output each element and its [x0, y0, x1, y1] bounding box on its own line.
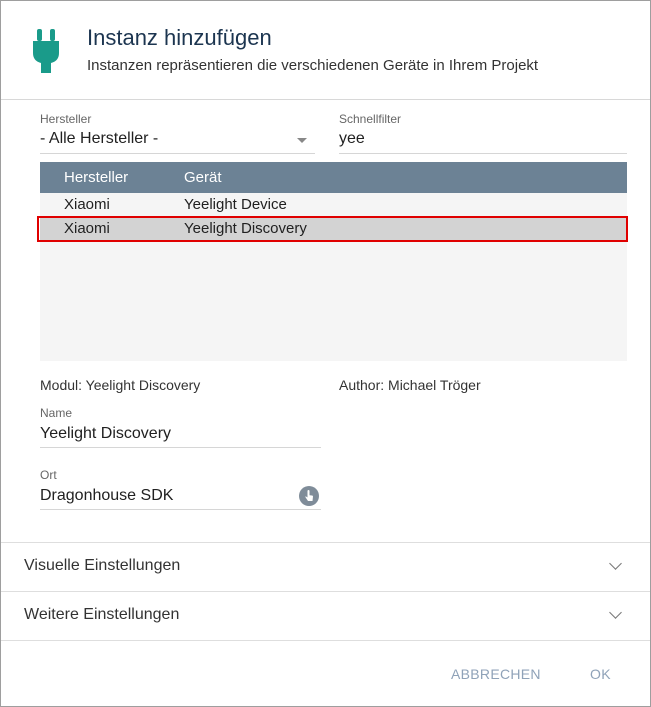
- column-header-manufacturer[interactable]: Hersteller: [64, 169, 128, 186]
- dialog-footer: ABBRECHEN OK: [1, 640, 650, 707]
- table-row[interactable]: Xiaomi Yeelight Device: [40, 193, 627, 217]
- module-info: Modul: Yeelight Discovery: [40, 377, 201, 393]
- location-picker-icon[interactable]: [299, 486, 319, 506]
- manufacturer-select-value: - Alle Hersteller -: [40, 130, 159, 147]
- further-settings-section[interactable]: Weitere Einstellungen: [1, 591, 650, 640]
- chevron-down-icon: [609, 557, 622, 570]
- quickfilter-underline: [339, 153, 627, 154]
- chevron-down-icon: [609, 606, 622, 619]
- dialog-header: Instanz hinzufügen Instanzen repräsentie…: [1, 1, 650, 100]
- manufacturer-select[interactable]: - Alle Hersteller -: [40, 127, 315, 154]
- selection-highlight-box: [37, 216, 628, 242]
- dialog-title: Instanz hinzufügen: [87, 25, 272, 50]
- ok-button[interactable]: OK: [590, 666, 611, 682]
- visual-settings-section[interactable]: Visuelle Einstellungen: [1, 542, 650, 591]
- manufacturer-label: Hersteller: [40, 112, 92, 126]
- cell-device: Yeelight Device: [184, 196, 287, 213]
- cell-manufacturer: Xiaomi: [64, 196, 110, 213]
- name-underline: [40, 447, 321, 448]
- quickfilter-input[interactable]: yee: [339, 130, 365, 148]
- location-underline: [40, 509, 321, 510]
- further-settings-label: Weitere Einstellungen: [24, 606, 180, 623]
- dropdown-caret-icon: [297, 138, 307, 143]
- table-header: Hersteller Gerät: [40, 162, 627, 193]
- visual-settings-label: Visuelle Einstellungen: [24, 557, 181, 574]
- author-info: Author: Michael Tröger: [339, 377, 481, 393]
- plug-icon: [33, 29, 59, 73]
- add-instance-dialog: Instanz hinzufügen Instanzen repräsentie…: [0, 0, 651, 707]
- dialog-subtitle: Instanzen repräsentieren die verschieden…: [87, 57, 539, 74]
- name-input[interactable]: Yeelight Discovery: [40, 425, 171, 443]
- location-label: Ort: [40, 468, 57, 482]
- column-header-device[interactable]: Gerät: [184, 169, 222, 186]
- location-input[interactable]: Dragonhouse SDK: [40, 487, 173, 505]
- cancel-button[interactable]: ABBRECHEN: [451, 666, 541, 682]
- device-table: Hersteller Gerät Xiaomi Yeelight Device …: [40, 162, 627, 361]
- name-label: Name: [40, 406, 73, 420]
- manufacturer-underline: [40, 153, 315, 154]
- quickfilter-label: Schnellfilter: [339, 112, 402, 126]
